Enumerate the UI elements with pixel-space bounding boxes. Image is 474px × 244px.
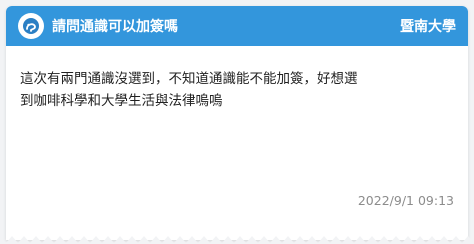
board-name[interactable]: 暨南大學 [400, 16, 456, 36]
post-body: 這次有兩門通識沒選到，不知道通識能不能加簽，好想選到咖啡科學和大學生活與法律嗚嗚 [20, 71, 358, 109]
post-date: 2022/9/1 09:13 [357, 193, 454, 208]
post-title: 請問通識可以加簽嗎 [52, 19, 178, 35]
user-avatar-icon [18, 13, 44, 39]
post-header: 請問通識可以加簽嗎 暨南大學 [6, 6, 468, 46]
post-card[interactable]: 請問通識可以加簽嗎 暨南大學 這次有兩門通識沒選到，不知道通識能不能加簽，好想選… [6, 6, 468, 240]
torn-edge [0, 236, 474, 244]
